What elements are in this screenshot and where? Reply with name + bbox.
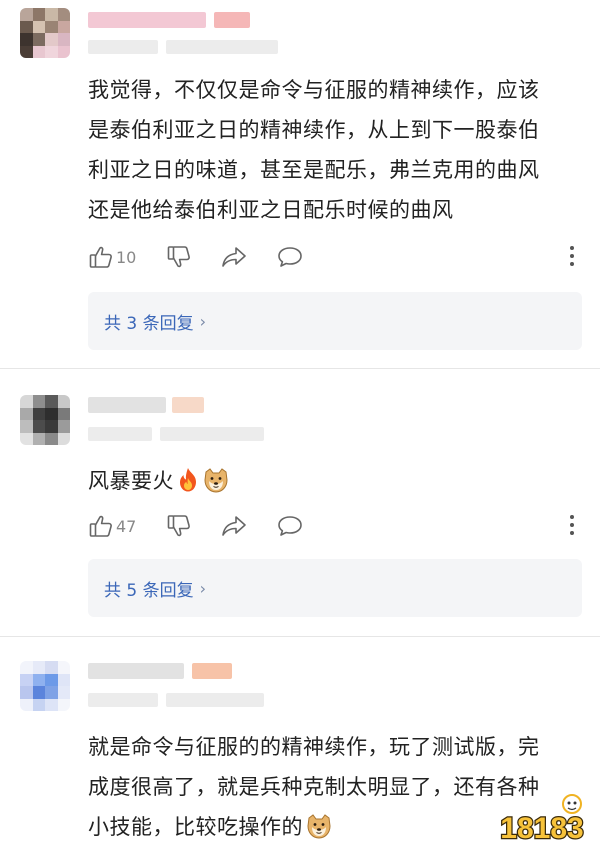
comment-bubble-icon xyxy=(276,244,304,270)
view-replies-button[interactable]: 共 5 条回复 › xyxy=(88,559,582,617)
chevron-right-icon: › xyxy=(199,311,207,331)
more-options-button[interactable] xyxy=(568,244,576,268)
reply-button[interactable] xyxy=(276,509,304,543)
share-button[interactable] xyxy=(220,240,248,274)
chevron-right-icon: › xyxy=(199,578,207,598)
meta-blurred xyxy=(160,427,264,441)
share-icon xyxy=(220,513,248,539)
meta-blurred xyxy=(88,40,158,54)
avatar[interactable] xyxy=(20,8,70,58)
svg-text:18183: 18183 xyxy=(500,812,583,845)
comment-1: 我觉得，不仅仅是命令与征服的精神续作，应该 是泰伯利亚之日的精神续作，从上到下一… xyxy=(0,0,600,368)
like-count: 10 xyxy=(116,247,137,267)
share-icon xyxy=(220,244,248,270)
more-vertical-icon xyxy=(568,246,576,266)
thumbs-up-icon xyxy=(88,244,114,270)
doge-emoji-icon xyxy=(202,466,230,494)
thumbs-down-icon xyxy=(166,244,192,270)
username-blurred[interactable] xyxy=(88,12,206,28)
fire-emoji-icon xyxy=(176,466,200,492)
watermark-logo-graphic: 18183 xyxy=(499,794,585,846)
doge-emoji-icon xyxy=(305,812,333,840)
meta-blurred xyxy=(166,40,278,54)
watermark-logo: 18183 xyxy=(494,788,590,848)
avatar[interactable] xyxy=(20,395,70,445)
badge-blurred xyxy=(172,397,204,413)
meta-blurred xyxy=(88,427,152,441)
meta-blurred xyxy=(166,693,264,707)
more-vertical-icon xyxy=(568,515,576,535)
comment-actions: 47 xyxy=(88,509,576,543)
comment-text: 风暴要火 xyxy=(88,461,576,501)
avatar[interactable] xyxy=(20,661,70,711)
like-button[interactable]: 47 xyxy=(88,509,136,543)
badge-blurred xyxy=(192,663,232,679)
replies-label: 共 5 条回复 xyxy=(104,580,194,601)
like-button[interactable]: 10 xyxy=(88,240,136,274)
comment-2: 风暴要火 47 共 5 条回复 › xyxy=(0,369,600,635)
replies-label: 共 3 条回复 xyxy=(104,313,194,334)
comment-text: 我觉得，不仅仅是命令与征服的精神续作，应该 是泰伯利亚之日的精神续作，从上到下一… xyxy=(88,78,540,222)
thumbs-down-icon xyxy=(166,513,192,539)
dislike-button[interactable] xyxy=(166,240,192,274)
view-replies-button[interactable]: 共 3 条回复 › xyxy=(88,292,582,350)
username-blurred[interactable] xyxy=(88,397,166,413)
username-blurred[interactable] xyxy=(88,663,184,679)
dislike-button[interactable] xyxy=(166,509,192,543)
more-options-button[interactable] xyxy=(568,513,576,537)
comment-text-content: 风暴要火 xyxy=(88,469,174,493)
meta-blurred xyxy=(88,693,158,707)
share-button[interactable] xyxy=(220,509,248,543)
thumbs-up-icon xyxy=(88,513,114,539)
comment-actions: 10 xyxy=(88,240,576,274)
comment-bubble-icon xyxy=(276,513,304,539)
reply-button[interactable] xyxy=(276,240,304,274)
like-count: 47 xyxy=(116,516,137,536)
badge-blurred xyxy=(214,12,250,28)
